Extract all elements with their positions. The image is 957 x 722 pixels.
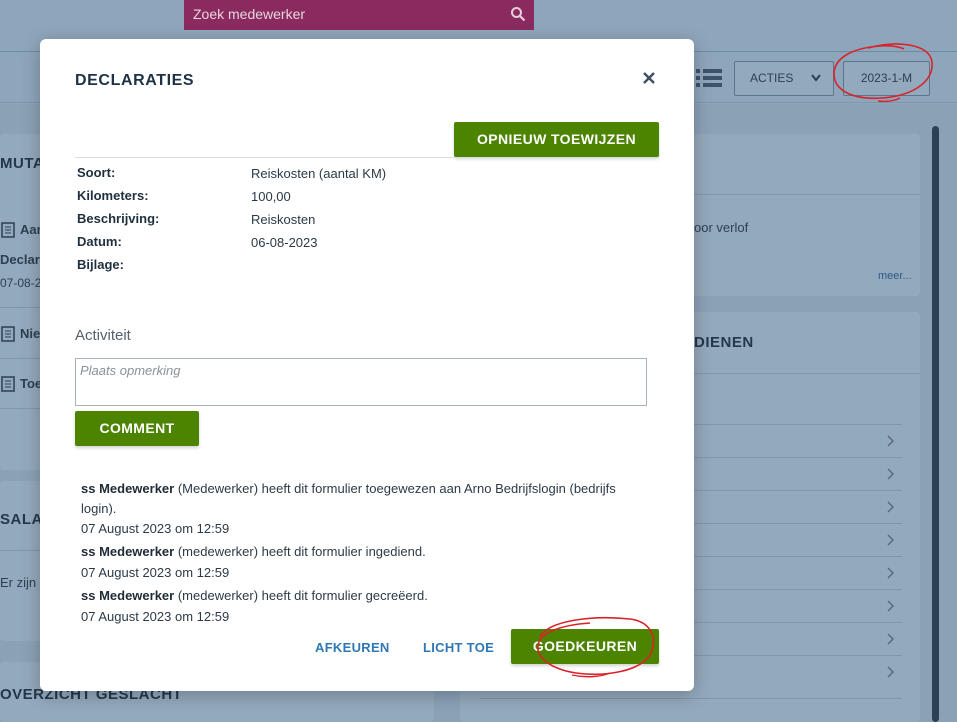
modal-title: DECLARATIES [75,72,195,89]
chevron-right-icon[interactable] [887,633,895,645]
list-divider [694,655,902,656]
list-divider [694,457,902,458]
list-divider [694,556,902,557]
field-label-kilometers: Kilometers: [77,188,149,203]
activity-log-entry: ss Medewerker (medewerker) heeft dit for… [81,586,641,606]
chevron-right-icon[interactable] [887,468,895,480]
explain-button[interactable]: LICHT TOE [423,640,494,655]
divider [694,373,920,374]
chevron-down-icon [811,74,821,82]
log-actor: ss Medewerker [81,544,175,559]
right-card-2-heading: DIENEN [694,334,754,351]
right-card-text: oor verlof [694,220,749,235]
divider [0,408,40,409]
document-icon [1,326,15,342]
comment-input[interactable] [75,358,647,406]
chevron-right-icon[interactable] [887,435,895,447]
close-icon[interactable] [641,70,657,86]
header-divider [75,157,659,158]
field-label-soort: Soort: [77,165,116,180]
field-label-datum: Datum: [77,234,122,249]
comment-button[interactable]: COMMENT [75,411,199,446]
mutaties-item-4[interactable]: Toe [20,376,42,391]
approve-button[interactable]: GOEDKEUREN [511,629,659,664]
scrollbar[interactable] [932,126,939,722]
chevron-right-icon[interactable] [887,534,895,546]
document-icon [1,222,15,238]
log-actor: ss Medewerker [81,588,175,603]
field-label-bijlage: Bijlage: [77,257,124,272]
chevron-right-icon[interactable] [887,600,895,612]
log-text: (medewerker) heeft dit formulier gecreëe… [174,588,428,603]
list-divider [694,523,902,524]
reject-button[interactable]: AFKEUREN [315,640,390,655]
log-timestamp: 07 August 2023 om 12:59 [81,565,230,580]
log-timestamp: 07 August 2023 om 12:59 [81,609,230,624]
list-divider [694,490,902,491]
field-value-soort: Reiskosten (aantal KM) [251,166,387,181]
period-selector[interactable]: 2023-1-M [843,61,930,96]
search-placeholder: Zoek medewerker [193,6,306,22]
field-label-beschrijving: Beschrijving: [77,211,160,226]
more-link[interactable]: meer... [878,270,912,282]
field-value-datum: 06-08-2023 [251,235,318,250]
activity-heading: Activiteit [75,327,131,344]
list-divider [694,424,902,425]
mutaties-item-3[interactable]: Nie [20,326,40,341]
divider [0,307,40,308]
log-text: (medewerker) heeft dit formulier ingedie… [174,544,426,559]
document-icon [1,376,15,392]
divider [694,194,920,195]
activity-log-entry: ss Medewerker (Medewerker) heeft dit for… [81,479,641,519]
search-icon[interactable] [510,6,526,22]
log-actor: ss Medewerker [81,481,175,496]
period-label: 2023-1-M [860,71,913,85]
log-timestamp: 07 August 2023 om 12:59 [81,521,230,536]
list-divider [480,698,902,699]
chevron-right-icon[interactable] [887,501,895,513]
declaraties-modal: DECLARATIES OPNIEUW TOEWIJZEN Soort: Rei… [40,39,694,691]
activity-log-entry: ss Medewerker (medewerker) heeft dit for… [81,542,641,562]
field-value-beschrijving: Reiskosten [251,212,316,227]
reassign-button[interactable]: OPNIEUW TOEWIJZEN [454,122,659,157]
divider [0,550,40,551]
list-divider [694,622,902,623]
list-divider [694,589,902,590]
mutaties-item-date: 07-08-2 [0,276,42,290]
chevron-right-icon[interactable] [887,666,895,678]
chevron-right-icon[interactable] [887,567,895,579]
acties-label: ACTIES [750,71,794,85]
acties-dropdown[interactable]: ACTIES [734,61,834,96]
list-view-icon[interactable] [696,68,722,88]
field-value-kilometers: 100,00 [251,189,291,204]
search-input[interactable]: Zoek medewerker [184,0,534,30]
divider [0,358,40,359]
